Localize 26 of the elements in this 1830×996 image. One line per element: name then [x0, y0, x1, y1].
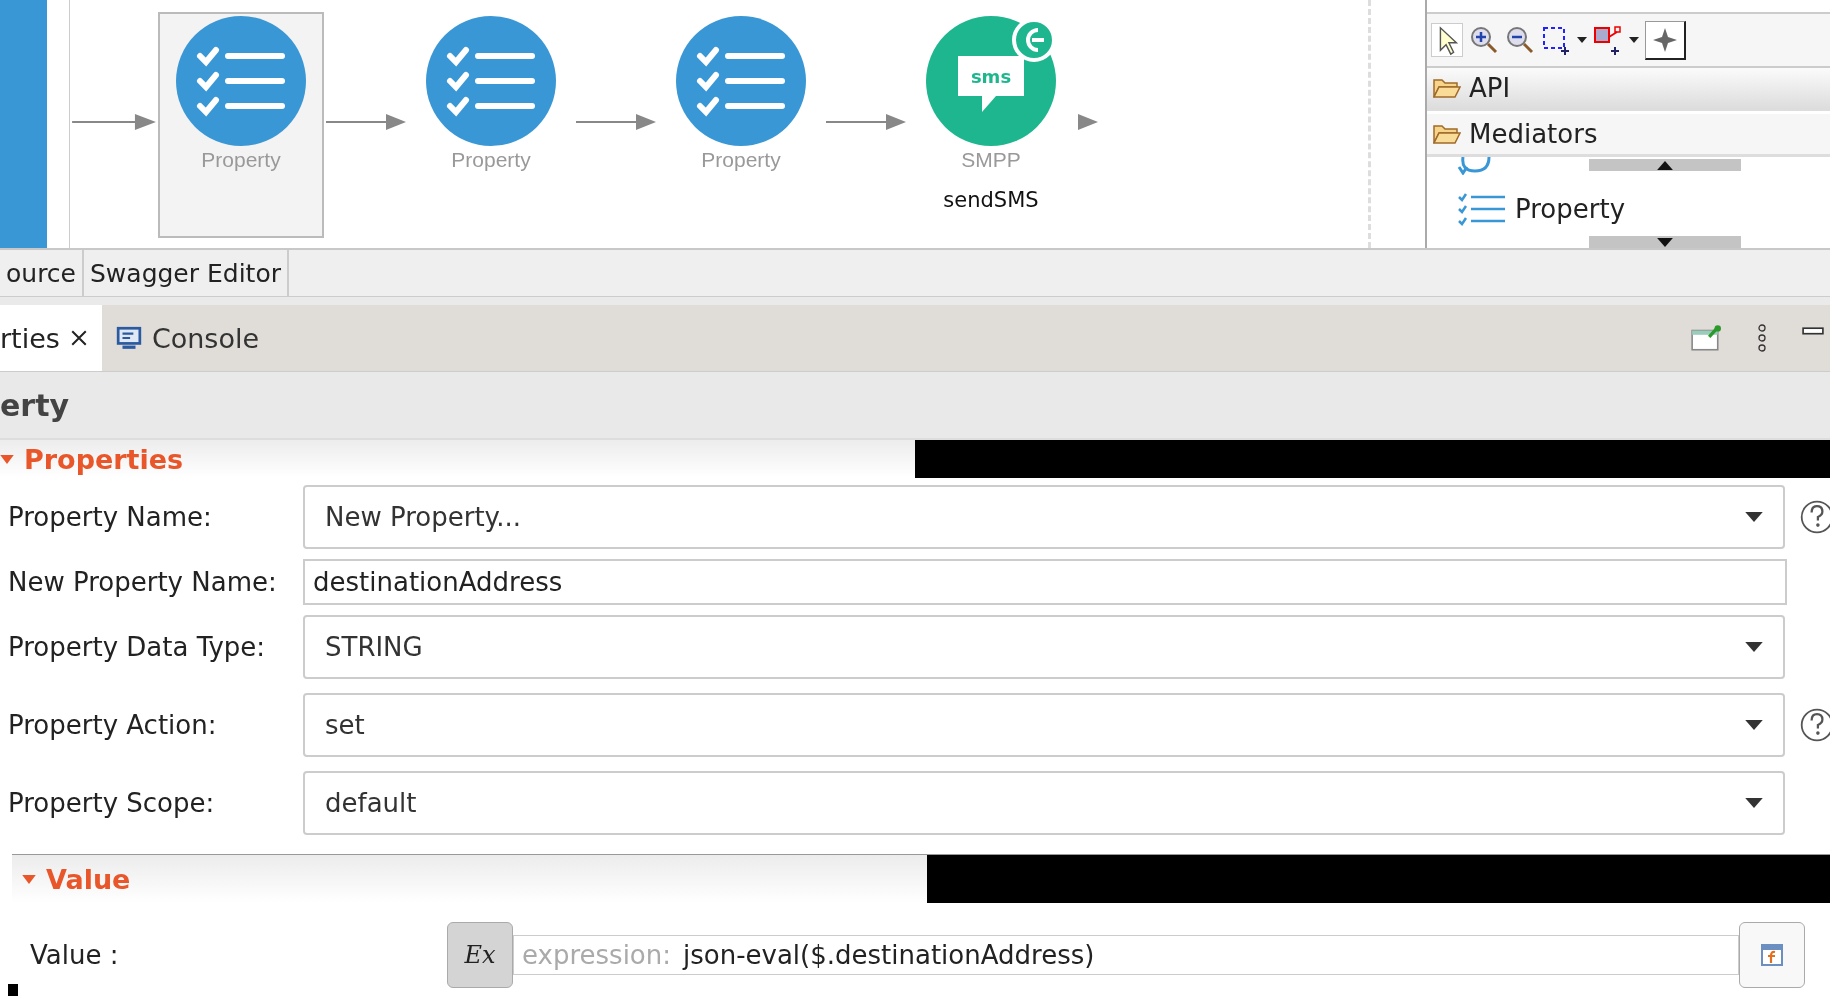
sms-text: sms [970, 66, 1012, 87]
text-field[interactable]: destinationAddress [303, 559, 1787, 605]
dropdown-field[interactable]: set [303, 693, 1785, 757]
node-label: Property [201, 148, 281, 172]
field-label: New Property Name: [7, 567, 278, 597]
field-label: Value : [29, 940, 120, 970]
dropdown-field[interactable]: New Property... [303, 485, 1785, 549]
palette-item[interactable]: Property [1457, 189, 1830, 229]
palette-drawer[interactable]: Mediators [1427, 114, 1830, 157]
palette-drawer[interactable]: API [1427, 68, 1830, 111]
field-label: Property Name: [7, 502, 213, 532]
view-tab[interactable]: Console [101, 305, 274, 371]
field-label: Property Action: [7, 710, 218, 740]
dropdown-field[interactable]: STRING [303, 615, 1785, 679]
expression-field[interactable]: expression: json-eval($.destinationAddress) [513, 935, 1739, 975]
node-label: SMPP [961, 148, 1021, 172]
field-label: Property Scope: [7, 788, 216, 818]
expression-button[interactable]: Ex [447, 922, 513, 988]
node-label: Property [451, 148, 531, 172]
field-label: Property Data Type: [7, 632, 267, 662]
node-label: Property [701, 148, 781, 172]
node-caption: sendSMS [943, 188, 1039, 212]
mediator-node[interactable]: sms SMPP sendSMS [908, 12, 1074, 238]
dropdown-field[interactable]: default [303, 771, 1785, 835]
view-title: erty [0, 387, 70, 423]
view-tab[interactable]: rties [0, 305, 102, 371]
